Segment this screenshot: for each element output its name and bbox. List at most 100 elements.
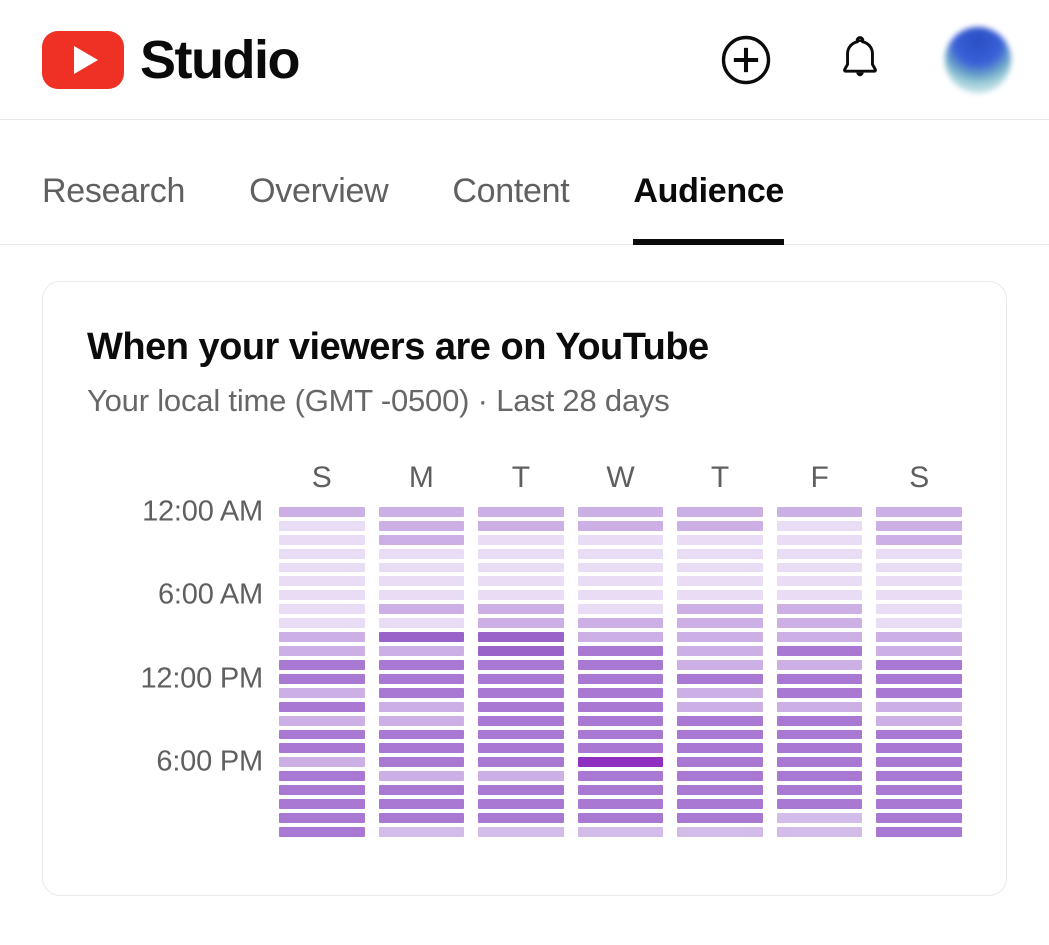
heatmap-cell[interactable] <box>876 604 962 614</box>
heatmap-cell[interactable] <box>578 813 664 823</box>
heatmap-cell[interactable] <box>677 576 763 586</box>
heatmap-cell[interactable] <box>578 688 664 698</box>
heatmap-cell[interactable] <box>876 716 962 726</box>
heatmap-cell[interactable] <box>777 563 863 573</box>
heatmap-cell[interactable] <box>478 576 564 586</box>
heatmap-cell[interactable] <box>279 799 365 809</box>
heatmap-cell[interactable] <box>279 813 365 823</box>
heatmap-cell[interactable] <box>876 730 962 740</box>
heatmap-cell[interactable] <box>279 688 365 698</box>
tab-research[interactable]: Research <box>42 174 185 244</box>
heatmap-cell[interactable] <box>677 507 763 517</box>
heatmap-cell[interactable] <box>578 535 664 545</box>
heatmap-cell[interactable] <box>379 730 465 740</box>
heatmap-cell[interactable] <box>677 785 763 795</box>
heatmap-cell[interactable] <box>379 590 465 600</box>
heatmap-cell[interactable] <box>677 549 763 559</box>
heatmap-cell[interactable] <box>876 799 962 809</box>
heatmap-cell[interactable] <box>578 674 664 684</box>
heatmap-cell[interactable] <box>478 716 564 726</box>
heatmap-cell[interactable] <box>677 799 763 809</box>
heatmap-cell[interactable] <box>478 757 564 767</box>
heatmap-cell[interactable] <box>279 535 365 545</box>
heatmap-cell[interactable] <box>677 660 763 670</box>
heatmap-cell[interactable] <box>279 590 365 600</box>
heatmap-cell[interactable] <box>677 646 763 656</box>
heatmap-cell[interactable] <box>876 743 962 753</box>
heatmap-cell[interactable] <box>379 757 465 767</box>
heatmap-cell[interactable] <box>478 785 564 795</box>
tab-content[interactable]: Content <box>452 174 569 244</box>
heatmap-cell[interactable] <box>379 507 465 517</box>
heatmap-cell[interactable] <box>578 563 664 573</box>
heatmap-cell[interactable] <box>478 743 564 753</box>
heatmap-cell[interactable] <box>379 632 465 642</box>
heatmap-cell[interactable] <box>279 563 365 573</box>
heatmap-cell[interactable] <box>578 576 664 586</box>
tab-overview[interactable]: Overview <box>249 174 388 244</box>
heatmap-cell[interactable] <box>777 590 863 600</box>
heatmap-cell[interactable] <box>578 771 664 781</box>
heatmap-cell[interactable] <box>876 674 962 684</box>
heatmap-cell[interactable] <box>279 549 365 559</box>
heatmap-cell[interactable] <box>279 827 365 837</box>
heatmap-cell[interactable] <box>578 702 664 712</box>
heatmap-cell[interactable] <box>379 521 465 531</box>
heatmap-cell[interactable] <box>677 688 763 698</box>
heatmap-cell[interactable] <box>578 743 664 753</box>
heatmap-cell[interactable] <box>777 771 863 781</box>
heatmap-cell[interactable] <box>777 730 863 740</box>
heatmap-cell[interactable] <box>876 827 962 837</box>
heatmap-cell[interactable] <box>777 535 863 545</box>
heatmap-cell[interactable] <box>478 618 564 628</box>
heatmap-cell[interactable] <box>777 785 863 795</box>
heatmap-cell[interactable] <box>876 521 962 531</box>
heatmap-cell[interactable] <box>478 688 564 698</box>
heatmap-cell[interactable] <box>279 702 365 712</box>
heatmap-cell[interactable] <box>478 702 564 712</box>
heatmap-cell[interactable] <box>379 618 465 628</box>
heatmap-cell[interactable] <box>478 590 564 600</box>
studio-brand[interactable]: Studio <box>42 31 299 89</box>
heatmap-cell[interactable] <box>876 563 962 573</box>
heatmap-cell[interactable] <box>578 507 664 517</box>
heatmap-cell[interactable] <box>876 590 962 600</box>
plus-circle-icon[interactable] <box>717 31 775 89</box>
heatmap-cell[interactable] <box>677 604 763 614</box>
heatmap-cell[interactable] <box>478 563 564 573</box>
heatmap-cell[interactable] <box>478 604 564 614</box>
heatmap-cell[interactable] <box>279 757 365 767</box>
heatmap-cell[interactable] <box>677 813 763 823</box>
heatmap-cell[interactable] <box>777 674 863 684</box>
heatmap-cell[interactable] <box>279 646 365 656</box>
heatmap-cell[interactable] <box>777 660 863 670</box>
heatmap-cell[interactable] <box>379 604 465 614</box>
heatmap-cell[interactable] <box>478 674 564 684</box>
heatmap-cell[interactable] <box>578 618 664 628</box>
heatmap-cell[interactable] <box>876 688 962 698</box>
heatmap-cell[interactable] <box>677 590 763 600</box>
heatmap-cell[interactable] <box>677 535 763 545</box>
heatmap-cell[interactable] <box>279 716 365 726</box>
heatmap-cell[interactable] <box>777 521 863 531</box>
heatmap-cell[interactable] <box>578 660 664 670</box>
heatmap-cell[interactable] <box>279 743 365 753</box>
heatmap-cell[interactable] <box>478 660 564 670</box>
heatmap-cell[interactable] <box>279 618 365 628</box>
heatmap-cell[interactable] <box>578 799 664 809</box>
heatmap-cell[interactable] <box>379 646 465 656</box>
heatmap-cell[interactable] <box>578 590 664 600</box>
heatmap-cell[interactable] <box>876 549 962 559</box>
heatmap-cell[interactable] <box>379 785 465 795</box>
heatmap-cell[interactable] <box>379 563 465 573</box>
heatmap-cell[interactable] <box>777 743 863 753</box>
heatmap-cell[interactable] <box>677 674 763 684</box>
heatmap-cell[interactable] <box>777 716 863 726</box>
heatmap-cell[interactable] <box>379 743 465 753</box>
heatmap-cell[interactable] <box>876 507 962 517</box>
heatmap-cell[interactable] <box>677 521 763 531</box>
heatmap-cell[interactable] <box>677 702 763 712</box>
heatmap-cell[interactable] <box>876 785 962 795</box>
heatmap-cell[interactable] <box>478 813 564 823</box>
heatmap-cell[interactable] <box>677 743 763 753</box>
